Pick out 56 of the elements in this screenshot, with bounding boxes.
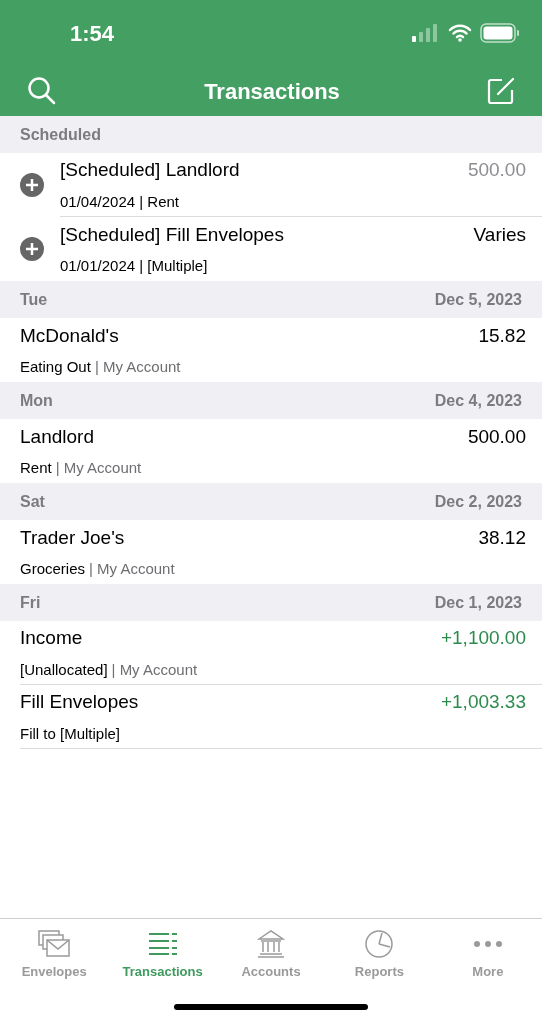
transaction-row[interactable]: Trader Joe's 38.12 Groceries | My Account xyxy=(0,520,542,584)
transaction-title: Income xyxy=(20,626,83,650)
search-button[interactable] xyxy=(26,75,58,107)
transaction-row[interactable]: McDonald's 15.82 Eating Out | My Account xyxy=(0,318,542,382)
transaction-row[interactable]: [Scheduled] Landlord 500.00 01/04/2024 | Rent xyxy=(0,153,542,217)
transaction-amount: +1,100.00 xyxy=(440,626,526,650)
section-label: Mon xyxy=(20,390,53,411)
transaction-title: Trader Joe's xyxy=(20,525,125,550)
transaction-category: Groceries xyxy=(20,559,86,579)
section-date: Dec 1, 2023 xyxy=(434,592,522,613)
transaction-amount: +1,003.33 xyxy=(440,690,526,714)
section-label: Sat xyxy=(20,491,45,512)
transaction-row[interactable]: [Scheduled] Fill Envelopes Varies 01/01/2024 | [Multiple] xyxy=(0,217,542,281)
transaction-title: McDonald's xyxy=(20,323,119,348)
transaction-account: | My Account xyxy=(89,559,175,579)
add-icon xyxy=(20,237,44,261)
envelopes-icon xyxy=(38,930,71,958)
transaction-row[interactable]: Landlord 500.00 Rent | My Account xyxy=(0,419,542,483)
section-date: Dec 4, 2023 xyxy=(434,390,522,411)
transaction-category: Eating Out xyxy=(20,357,91,377)
transaction-row[interactable]: Income +1,100.00 [Unallocated] | My Account xyxy=(0,621,542,685)
transaction-amount: Varies xyxy=(473,222,526,247)
status-time: 1:54 xyxy=(70,19,115,48)
section-label: Tue xyxy=(20,289,48,310)
transaction-amount: 500.00 xyxy=(467,424,526,449)
bank-icon xyxy=(257,930,285,958)
section-label: Scheduled xyxy=(20,124,101,145)
compose-button[interactable] xyxy=(486,76,516,106)
transaction-title: [Scheduled] Landlord xyxy=(60,158,240,182)
wifi-icon xyxy=(448,24,472,42)
transaction-amount: 15.82 xyxy=(478,323,526,348)
nav-title: Transactions xyxy=(204,77,340,106)
add-icon xyxy=(20,173,44,197)
section-label: Fri xyxy=(20,592,41,613)
transaction-account: | My Account xyxy=(94,357,181,377)
transaction-category: Rent xyxy=(20,458,52,478)
transaction-category: [Unallocated] xyxy=(20,659,108,680)
more-icon xyxy=(472,940,503,948)
tab-bar-item[interactable]: Transactions xyxy=(108,929,217,981)
transaction-category: 01/04/2024 | Rent xyxy=(60,191,179,212)
transaction-title: [Scheduled] Fill Envelopes xyxy=(60,222,284,247)
list-icon xyxy=(147,932,178,956)
battery-icon xyxy=(480,23,520,43)
signal-icon xyxy=(412,24,440,42)
section-date: Dec 2, 2023 xyxy=(434,491,522,512)
transaction-category: 01/01/2024 | [Multiple] xyxy=(60,256,208,276)
transaction-amount: 38.12 xyxy=(478,525,526,550)
section-date: Dec 5, 2023 xyxy=(434,289,522,310)
transaction-account: | My Account xyxy=(55,458,142,478)
pie-chart-icon xyxy=(364,929,395,959)
transaction-title: Landlord xyxy=(20,424,94,449)
transaction-row[interactable]: Fill Envelopes +1,003.33 Fill to [Multiple] xyxy=(0,685,542,749)
transaction-amount: 500.00 xyxy=(467,158,526,182)
transaction-category: Fill to [Multiple] xyxy=(20,723,121,744)
transaction-title: Fill Envelopes xyxy=(20,690,139,714)
transaction-account: | My Account xyxy=(111,659,198,680)
